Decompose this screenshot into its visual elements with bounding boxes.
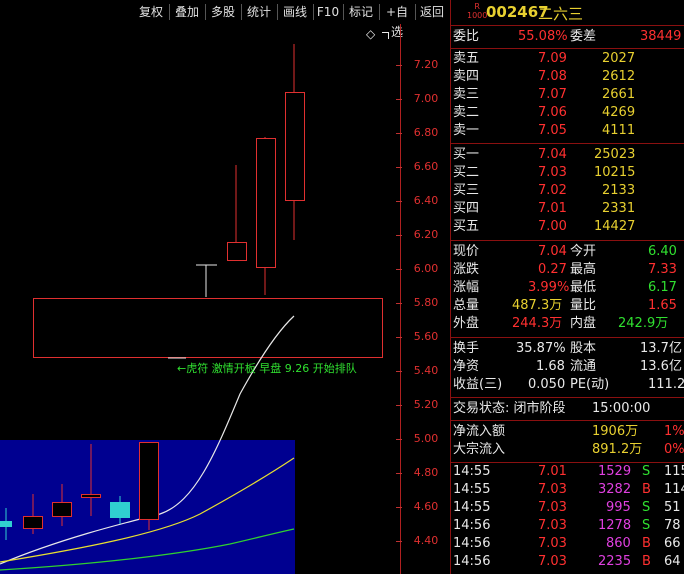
trade-status-row: 交易状态: 闭市阶段 15:00:00 [453, 401, 651, 416]
axis-label: 5.40 [413, 364, 439, 377]
stats-row: 外盘 244.3万 内盘 242.9万 [453, 316, 669, 331]
ask-row[interactable]: 卖一 7.05 4111 [450, 122, 684, 140]
axis-label: 5.00 [413, 432, 439, 445]
bid-row[interactable]: 买五 7.00 14427 [450, 218, 684, 236]
toolbar-back-button[interactable]: 返回 [416, 2, 448, 22]
stats-row: 涨幅 3.99% 最低 6.17 [453, 280, 677, 295]
toolbar-draw-line-button[interactable]: 画线 [278, 2, 312, 22]
candle-body [110, 502, 130, 518]
axis-label: 5.20 [413, 398, 439, 411]
axis-label: 7.20 [413, 58, 439, 71]
stats-row: 现价 7.04 今开 6.40 [453, 244, 677, 259]
chart-toolbar: 复权 叠加 多股 统计 画线 F10 标记 +自选 返回 [0, 0, 450, 39]
toolbar-f10-button[interactable]: F10 [314, 2, 342, 22]
bid-row[interactable]: 买一 7.04 25023 [450, 146, 684, 164]
ask-row[interactable]: 卖二 7.06 4269 [450, 104, 684, 122]
candle-body [52, 502, 72, 517]
axis-label: 6.40 [413, 194, 439, 207]
candle-body [81, 494, 101, 498]
axis-label: 6.80 [413, 126, 439, 139]
chart-diamond-icon[interactable]: ◇ [366, 27, 375, 41]
stats2-row: 净资 1.68 流通 13.6亿 [453, 359, 682, 374]
toolbar-add-favorite-button[interactable]: +自选 [380, 2, 414, 39]
stats-row: 总量 487.3万 量比 1.65 [453, 298, 677, 313]
stock-name: 二六三 [538, 5, 584, 23]
tick-row: 14:55 7.03 995 S 51 [453, 500, 681, 515]
tick-row: 14:55 7.01 1529 S 115 [453, 464, 684, 479]
axis-label: 4.80 [413, 466, 439, 479]
toolbar-mark-button[interactable]: 标记 [344, 2, 378, 22]
stats-row: 涨跌 0.27 最高 7.33 [453, 262, 677, 277]
ask-row[interactable]: 卖四 7.08 2612 [450, 68, 684, 86]
axis-label: 5.80 [413, 296, 439, 309]
axis-label: 4.40 [413, 534, 439, 547]
bid-row[interactable]: 买二 7.03 10215 [450, 164, 684, 182]
kline-chart-svg [0, 24, 401, 574]
tick-row: 14:56 7.03 860 B 66 [453, 536, 681, 551]
axis-label: 6.60 [413, 160, 439, 173]
candle-body [256, 138, 276, 268]
tick-row: 14:56 7.03 2235 B 64 [453, 554, 681, 569]
candle-body [23, 516, 43, 529]
candle-body [139, 442, 159, 520]
tick-row: 14:56 7.03 1278 S 78 [453, 518, 681, 533]
axis-label: 6.20 [413, 228, 439, 241]
annotation-box [33, 298, 383, 358]
axis-label: 7.00 [413, 92, 439, 105]
bid-row[interactable]: 买三 7.02 2133 [450, 182, 684, 200]
axis-label: 5.60 [413, 330, 439, 343]
weibi-row: 委比 55.08% 委差 38449 [453, 29, 682, 44]
tick-row: 14:55 7.03 3282 B 114 [453, 482, 684, 497]
flow-row: 净流入额 1906万 1% [453, 424, 684, 439]
toolbar-stats-button[interactable]: 统计 [242, 2, 276, 22]
rzrq-badge: R 1000 [467, 2, 488, 20]
toolbar-fuquan-button[interactable]: 复权 [134, 2, 168, 22]
candle-body [285, 92, 305, 201]
axis-label: 4.60 [413, 500, 439, 513]
stats2-row: 换手 35.87% 股本 13.7亿 [453, 341, 682, 356]
candle-body [227, 242, 247, 261]
kline-chart[interactable]: ◇ ←虎符 激情开板 早盘 9.26 开始排队 7.20 7.00 6.80 6… [0, 24, 450, 574]
flow-row: 大宗流入 891.2万 0% [453, 442, 684, 457]
toolbar-overlay-button[interactable]: 叠加 [170, 2, 204, 22]
expand-corner-icon[interactable] [382, 32, 389, 39]
candle-body [0, 521, 12, 527]
bid-row[interactable]: 买四 7.01 2331 [450, 200, 684, 218]
toolbar-multi-stock-button[interactable]: 多股 [206, 2, 240, 22]
ask-row[interactable]: 卖三 7.07 2661 [450, 86, 684, 104]
stats2-row: 收益(三) 0.050 PE(动) 111.2 [453, 377, 684, 392]
axis-label: 6.00 [413, 262, 439, 275]
chart-annotation-text: ←虎符 激情开板 早盘 9.26 开始排队 [177, 362, 357, 375]
ask-row[interactable]: 卖五 7.09 2027 [450, 50, 684, 68]
quote-panel: R 1000 002467 二六三 委比 55.08% 委差 38449 卖五 7… [450, 0, 684, 574]
